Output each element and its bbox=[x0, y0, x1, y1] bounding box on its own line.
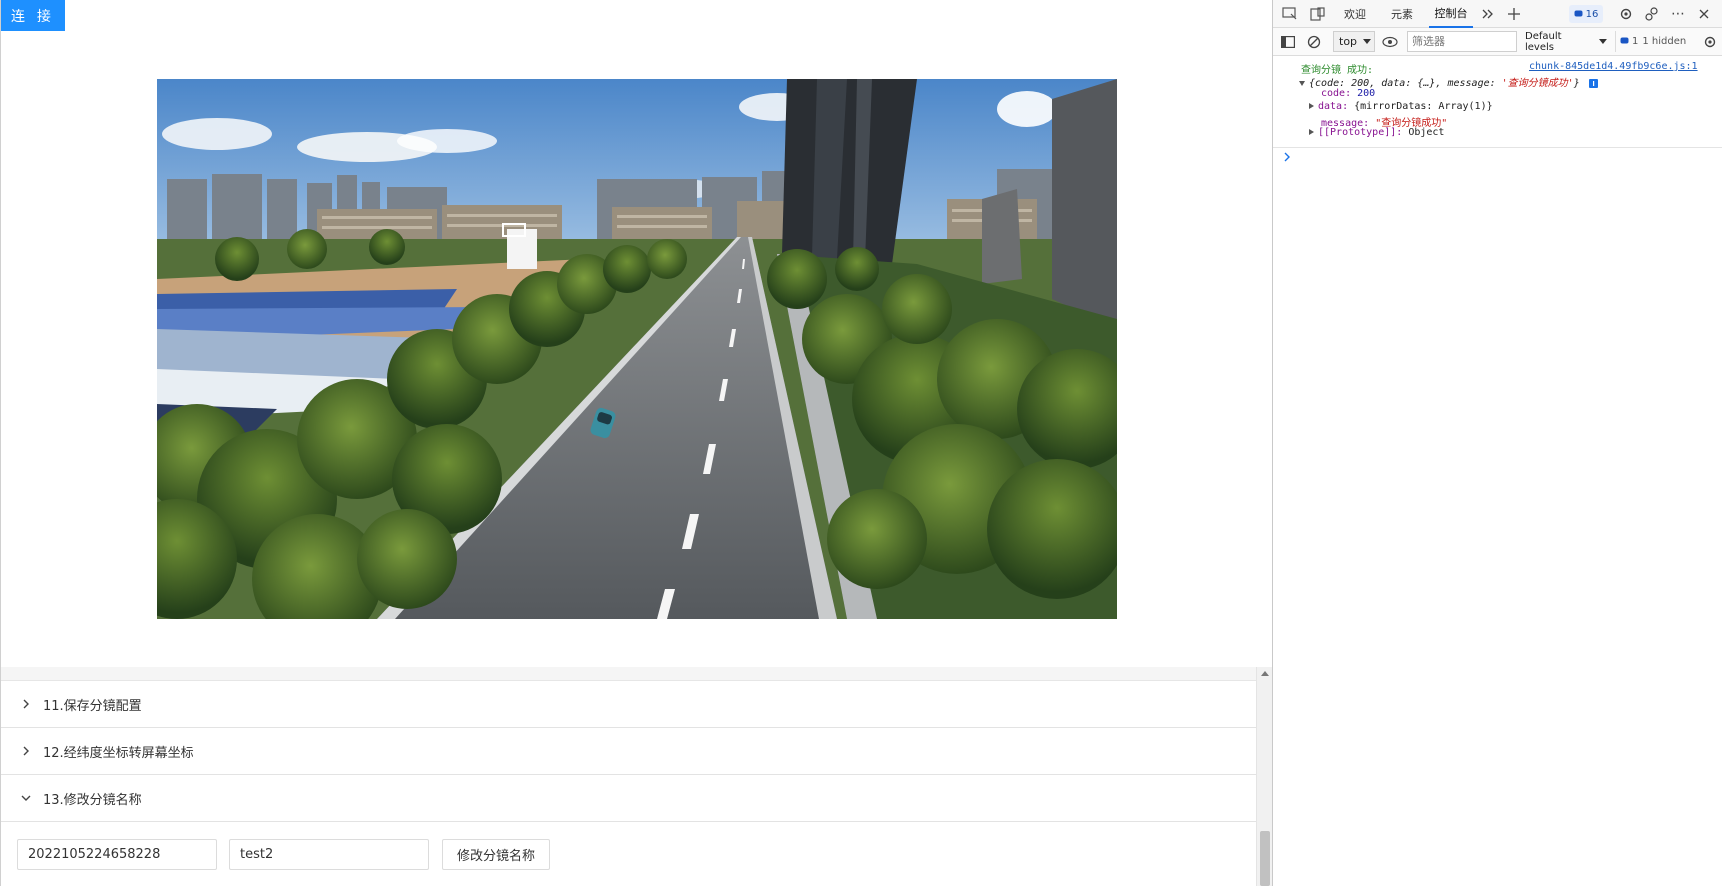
devtools-tab-bar: 欢迎 元素 控制台 16 ⋯ bbox=[1273, 0, 1722, 28]
scroll-up-arrow-icon[interactable] bbox=[1261, 671, 1269, 676]
dropdown-arrow-icon bbox=[1363, 38, 1372, 44]
log-levels-dropdown[interactable]: Default levels bbox=[1525, 30, 1607, 53]
scrollbar-thumb[interactable] bbox=[1260, 831, 1270, 886]
more-options-icon[interactable]: ⋯ bbox=[1669, 5, 1687, 23]
console-filter-input[interactable] bbox=[1407, 31, 1517, 52]
context-select[interactable]: top bbox=[1333, 31, 1375, 52]
accordion-body-rename-mirror: 修改分镜名称 bbox=[1, 822, 1256, 886]
dropdown-arrow-icon bbox=[1599, 38, 1607, 44]
console-output: 查询分镜 成功: chunk-845de1d4.49fb9c6e.js:1 {c… bbox=[1273, 57, 1722, 886]
hidden-label: 1 hidden bbox=[1642, 36, 1687, 47]
hidden-messages-indicator[interactable]: 1 1 hidden bbox=[1615, 31, 1699, 52]
message-icon bbox=[1574, 10, 1583, 16]
console-prompt[interactable] bbox=[1273, 147, 1722, 163]
tab-console[interactable]: 控制台 bbox=[1429, 0, 1473, 28]
console-settings-gear-icon[interactable] bbox=[1701, 33, 1719, 51]
issues-badge-count: 16 bbox=[1585, 8, 1599, 20]
settings-gear-icon[interactable] bbox=[1617, 5, 1635, 23]
customize-icon[interactable] bbox=[1643, 5, 1661, 23]
accordion-item-label: 12.经纬度坐标转屏幕坐标 bbox=[43, 745, 194, 761]
chevron-down-icon bbox=[19, 791, 33, 805]
log-object-summary[interactable]: {code: 200, data: {…}, message: '查询分镜成功'… bbox=[1299, 74, 1598, 89]
scene-image bbox=[157, 79, 1117, 619]
tab-elements[interactable]: 元素 bbox=[1385, 0, 1419, 28]
log-prop-code: code: 200 bbox=[1321, 88, 1376, 99]
connect-button[interactable]: 连 接 bbox=[1, 0, 65, 31]
accordion-item-save-config[interactable]: 11.保存分镜配置 bbox=[1, 681, 1256, 728]
context-select-value: top bbox=[1339, 35, 1358, 48]
message-icon bbox=[1620, 37, 1629, 44]
add-tab-icon[interactable] bbox=[1505, 5, 1523, 23]
prompt-chevron-icon bbox=[1284, 152, 1290, 162]
log-prop-data[interactable]: data: {mirrorDatas: Array(1)} bbox=[1309, 101, 1493, 112]
accordion-top-strip bbox=[1, 667, 1256, 681]
inspect-element-icon[interactable] bbox=[1281, 5, 1299, 23]
sidebar-toggle-icon[interactable] bbox=[1279, 33, 1297, 51]
source-link[interactable]: chunk-845de1d4.49fb9c6e.js:1 bbox=[1529, 61, 1698, 72]
tab-welcome[interactable]: 欢迎 bbox=[1335, 0, 1375, 28]
info-icon bbox=[1588, 78, 1598, 88]
close-icon[interactable] bbox=[1695, 5, 1713, 23]
expand-arrow-icon[interactable] bbox=[1309, 103, 1314, 109]
page-scrollbar[interactable] bbox=[1256, 667, 1272, 886]
more-tabs-icon[interactable] bbox=[1479, 5, 1497, 23]
chevron-right-icon bbox=[19, 744, 33, 758]
eye-icon[interactable] bbox=[1381, 33, 1399, 51]
web-page: 连 接 11.保存分镜配置 12.经纬度坐标转屏幕坐标 13.修改分镜名称 20… bbox=[0, 0, 1272, 886]
log-prop-prototype[interactable]: [[Prototype]]: Object bbox=[1309, 127, 1444, 138]
mirror-id-input[interactable] bbox=[17, 839, 217, 870]
expand-arrow-icon[interactable] bbox=[1309, 129, 1314, 135]
3d-scene-viewport[interactable] bbox=[157, 79, 1117, 619]
expand-arrow-icon[interactable] bbox=[1299, 80, 1305, 86]
issues-badge[interactable]: 16 bbox=[1569, 5, 1603, 23]
accordion-item-label: 13.修改分镜名称 bbox=[43, 792, 142, 808]
mirror-name-input[interactable] bbox=[229, 839, 429, 870]
devtools-panel: 欢迎 元素 控制台 16 ⋯ top 筛选器 Default levels 1 … bbox=[1272, 0, 1722, 886]
hidden-count: 1 bbox=[1632, 36, 1639, 47]
log-levels-label: Default levels bbox=[1525, 30, 1562, 53]
accordion-item-latlng-to-screen[interactable]: 12.经纬度坐标转屏幕坐标 bbox=[1, 728, 1256, 775]
rename-mirror-button[interactable]: 修改分镜名称 bbox=[442, 839, 551, 870]
device-emulation-icon[interactable] bbox=[1309, 5, 1327, 23]
console-toolbar: top Default levels 1 1 hidden bbox=[1273, 28, 1722, 56]
accordion-item-label: 11.保存分镜配置 bbox=[43, 698, 142, 714]
clear-console-icon[interactable] bbox=[1305, 33, 1323, 51]
accordion-item-rename-mirror[interactable]: 13.修改分镜名称 bbox=[1, 775, 1256, 822]
chevron-right-icon bbox=[19, 697, 33, 711]
